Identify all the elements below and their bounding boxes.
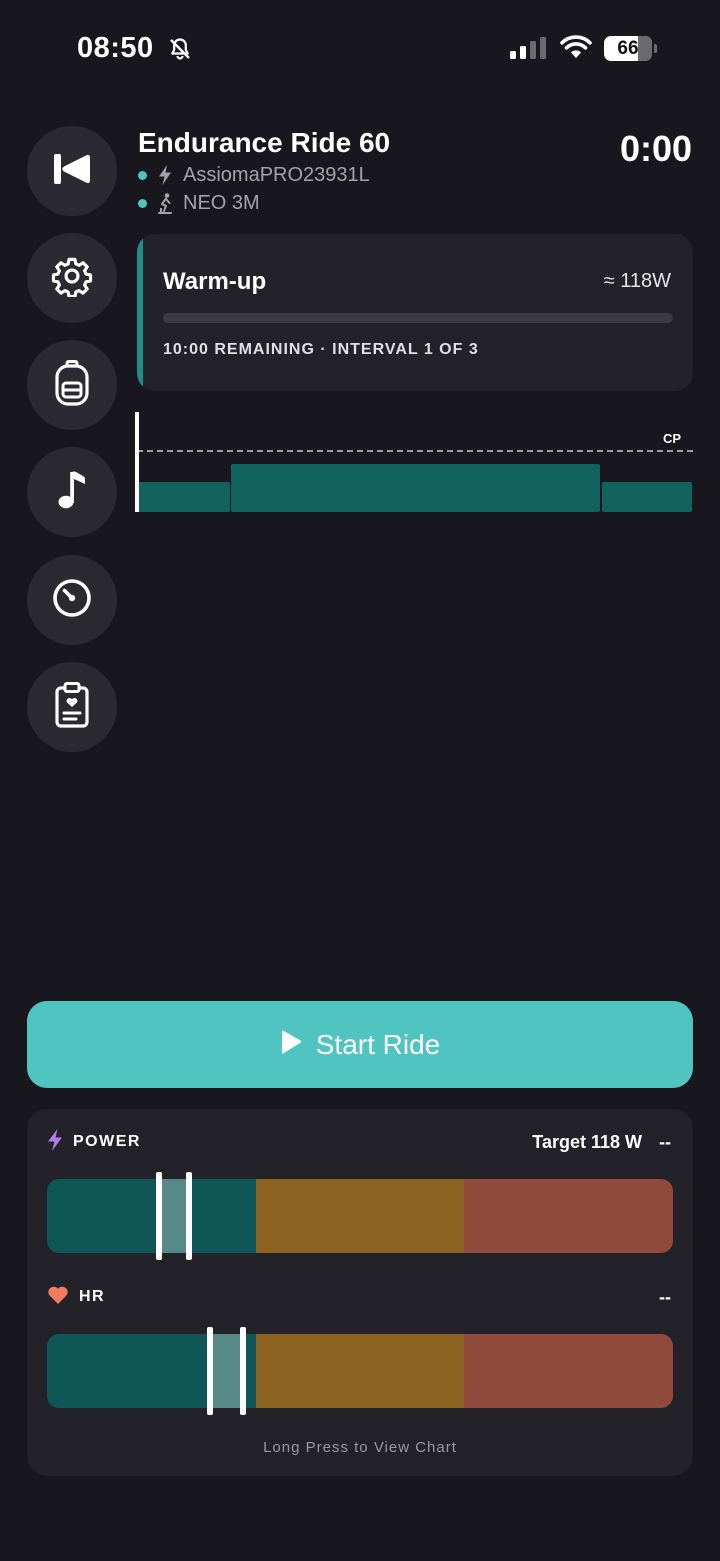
workout-title: Endurance Ride 60 — [138, 127, 391, 158]
interval-name: Warm-up — [163, 268, 267, 295]
power-range-min-marker — [156, 1172, 162, 1260]
battery-level: 66 — [617, 38, 639, 59]
start-ride-button[interactable]: Start Ride — [27, 1001, 693, 1088]
long-press-hint: Long Press to View Chart — [263, 1439, 457, 1456]
hr-header: HR — [47, 1285, 105, 1309]
trainer-status: NEO 3M — [138, 191, 260, 215]
music-button[interactable] — [27, 447, 117, 537]
status-time: 08:50 — [77, 32, 154, 64]
interval-accent-bar — [137, 234, 143, 391]
bolt-icon — [155, 164, 175, 186]
power-range-max-marker — [186, 1172, 192, 1260]
wifi-icon — [559, 34, 593, 65]
power-label: POWER — [73, 1133, 141, 1150]
workout-notes-button[interactable] — [27, 662, 117, 752]
status-bar: 08:50 66 — [0, 0, 720, 100]
zone-low — [47, 1179, 256, 1253]
backpack-icon — [54, 359, 90, 411]
bell-muted-icon — [168, 37, 192, 66]
start-ride-label: Start Ride — [315, 1028, 441, 1060]
bolt-icon — [47, 1128, 63, 1156]
zone-high — [464, 1334, 673, 1408]
hr-target-range — [213, 1334, 242, 1408]
workout-profile-chart[interactable]: CP — [135, 408, 695, 518]
heart-icon — [47, 1285, 69, 1310]
power-meter-status: AssiomaPRO23931L — [138, 163, 370, 187]
hr-range-max-marker — [240, 1327, 246, 1415]
power-value: -- — [659, 1132, 671, 1152]
gauge-button[interactable] — [27, 555, 117, 645]
skip-back-button[interactable] — [27, 126, 117, 216]
cell-signal-icon — [510, 37, 548, 64]
clipboard-heart-icon — [54, 681, 90, 733]
profile-block-cooldown — [602, 482, 692, 512]
hr-zone-bar — [47, 1334, 673, 1408]
skip-back-icon — [52, 153, 92, 190]
zone-mid — [256, 1179, 464, 1253]
metrics-panel[interactable]: POWER Target 118 W -- HR -- Long Press t… — [27, 1109, 693, 1476]
gear-icon — [51, 255, 93, 302]
power-zone-bar — [47, 1179, 673, 1253]
play-icon — [280, 1030, 302, 1059]
interval-remaining: 10:00 REMAINING · INTERVAL 1 OF 3 — [163, 341, 479, 358]
power-meter-name: AssiomaPRO23931L — [183, 163, 370, 186]
music-note-icon — [57, 470, 87, 515]
current-interval-card[interactable]: Warm-up ≈ 118W 10:00 REMAINING · INTERVA… — [137, 234, 693, 391]
power-target: Target 118 W — [532, 1132, 642, 1152]
settings-button[interactable] — [27, 233, 117, 323]
backpack-button[interactable] — [27, 340, 117, 430]
elapsed-timer: 0:00 — [619, 128, 692, 169]
hr-value: -- — [659, 1287, 671, 1307]
hr-range-min-marker — [207, 1327, 213, 1415]
profile-block-warmup — [138, 482, 230, 512]
gauge-icon — [52, 578, 92, 623]
power-header: POWER — [47, 1128, 141, 1156]
zone-high — [464, 1179, 673, 1253]
connected-dot — [138, 198, 147, 208]
trainer-name: NEO 3M — [183, 191, 260, 214]
hr-label: HR — [79, 1288, 106, 1305]
zone-mid — [256, 1334, 464, 1408]
battery-indicator: 66 — [604, 36, 657, 61]
interval-target-power: ≈ 118W — [603, 270, 671, 292]
playhead-cursor — [135, 412, 139, 512]
connected-dot — [138, 170, 147, 180]
profile-block-main — [231, 464, 600, 512]
bike-trainer-icon — [155, 192, 175, 214]
interval-progress-bar — [163, 313, 673, 323]
cp-label: CP — [663, 431, 681, 446]
